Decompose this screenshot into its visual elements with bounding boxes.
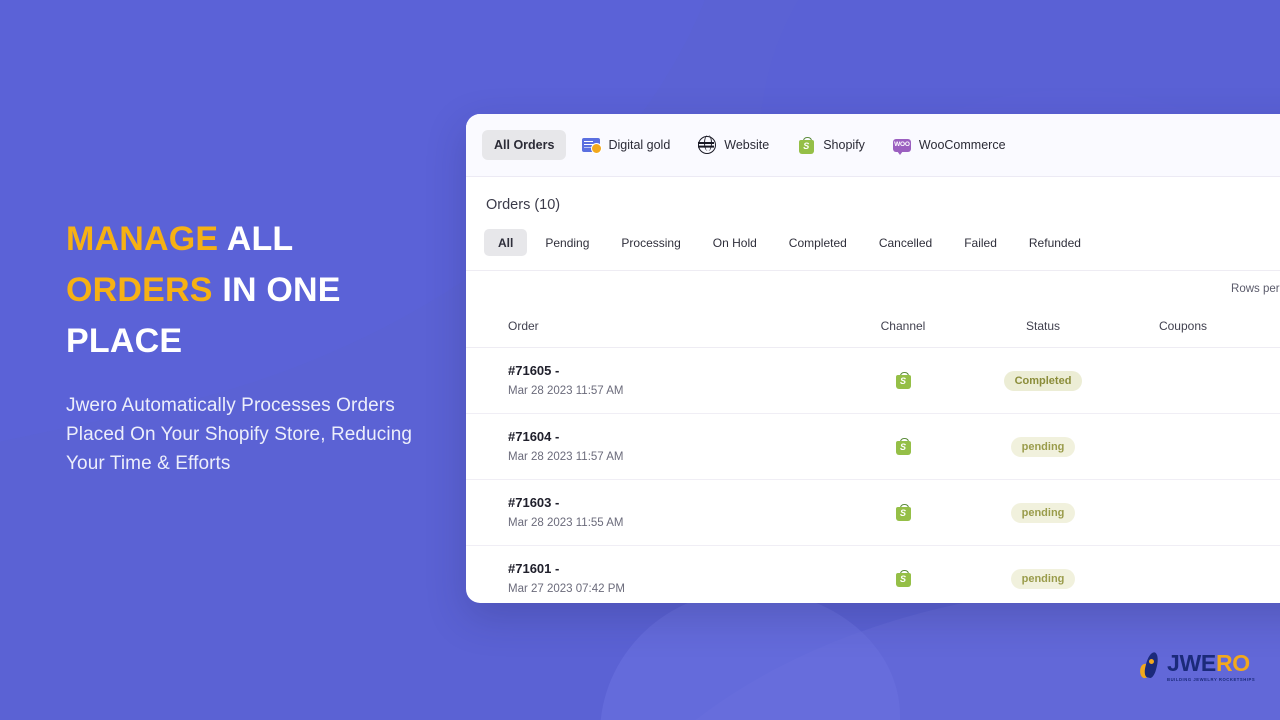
channel-tab-label: All Orders: [494, 138, 555, 152]
order-id: #71601 -: [508, 561, 560, 576]
status-badge: pending: [1010, 502, 1076, 523]
coupons-cell: [1118, 347, 1248, 414]
column-header-channel: Channel: [838, 309, 968, 348]
digital-gold-icon: [582, 136, 603, 154]
page-title: MANAGE ALL ORDERS IN ONE PLACE: [66, 214, 446, 367]
channel-tab-all-orders[interactable]: All Orders: [482, 130, 567, 160]
order-id: #71604 -: [508, 429, 560, 444]
amount-cell: ₹5: [1248, 413, 1280, 480]
logo-wordmark: JWERO: [1167, 652, 1255, 675]
rows-per-page-control: Rows per page: 2: [466, 271, 1280, 295]
table-row[interactable]: #71604 - Mar 28 2023 11:57 AM S pending …: [466, 413, 1280, 480]
table-row[interactable]: #71603 - Mar 28 2023 11:55 AM S pending …: [466, 479, 1280, 546]
logo-word-ro: RO: [1215, 650, 1250, 676]
globe-icon: [697, 135, 717, 154]
order-cell: #71604 - Mar 28 2023 11:57 AM: [466, 413, 838, 480]
rows-per-page-label: Rows per page:: [1231, 283, 1280, 295]
amount-cell: ₹: [1248, 545, 1280, 603]
filter-tab-completed[interactable]: Completed: [775, 229, 861, 256]
coupons-cell: [1118, 413, 1248, 480]
woocommerce-icon: WOO: [892, 136, 911, 155]
channel-cell: S: [838, 347, 968, 414]
channel-tab-website[interactable]: Website: [686, 130, 781, 160]
logo-tagline: BUILDING JEWELRY ROCKETSHIPS: [1167, 677, 1256, 682]
marketing-subcopy: Jwero Automatically Processes Orders Pla…: [66, 395, 413, 474]
jwero-logo: JWERO BUILDING JEWELRY ROCKETSHIPS: [1139, 651, 1256, 682]
logo-word-jwe: JWE: [1167, 650, 1216, 676]
rocket-icon: [1139, 651, 1162, 682]
column-header-status: Status: [968, 309, 1118, 348]
order-id: #71603 -: [508, 495, 560, 510]
channel-tab-bar: All Orders Digital gold Website S Shopif…: [466, 114, 1280, 177]
channel-tab-digital-gold[interactable]: Digital gold: [570, 130, 682, 160]
filter-tab-processing[interactable]: Processing: [607, 229, 694, 256]
orders-table-head: Order Channel Status Coupons A: [466, 309, 1280, 348]
background-blob-ribbon: [600, 590, 900, 720]
table-row[interactable]: #71605 - Mar 28 2023 11:57 AM S Complete…: [466, 347, 1280, 414]
table-header-row: Order Channel Status Coupons A: [466, 309, 1280, 348]
status-cell: pending: [968, 479, 1118, 546]
shopify-icon: S: [895, 372, 911, 389]
channel-tab-shopify[interactable]: S Shopify: [785, 130, 877, 160]
status-badge: pending: [1010, 568, 1076, 589]
status-badge: Completed: [1003, 370, 1083, 391]
status-cell: pending: [968, 413, 1118, 480]
channel-tab-label: Digital gold: [608, 138, 671, 152]
filter-tab-pending[interactable]: Pending: [531, 229, 603, 256]
filter-tab-all[interactable]: All: [484, 229, 528, 256]
filter-tab-on-hold[interactable]: On Hold: [699, 229, 771, 256]
status-cell: pending: [968, 545, 1118, 603]
order-cell: #71605 - Mar 28 2023 11:57 AM: [466, 347, 838, 414]
order-id: #71605 -: [508, 363, 560, 378]
orders-app-card: All Orders Digital gold Website S Shopif…: [466, 114, 1280, 603]
shopify-icon: S: [797, 136, 815, 154]
order-cell: #71601 - Mar 27 2023 07:42 PM: [466, 545, 838, 603]
amount-cell: ₹4: [1248, 347, 1280, 414]
order-cell: #71603 - Mar 28 2023 11:55 AM: [466, 479, 838, 546]
orders-header: Orders (10): [466, 177, 1280, 213]
filter-tab-refunded[interactable]: Refunded: [1015, 229, 1095, 256]
order-date: Mar 28 2023 11:55 AM: [508, 517, 624, 529]
order-date: Mar 28 2023 11:57 AM: [508, 451, 624, 463]
shopify-icon: S: [895, 504, 911, 521]
channel-cell: S: [838, 545, 968, 603]
channel-cell: S: [838, 413, 968, 480]
orders-table-body: #71605 - Mar 28 2023 11:57 AM S Complete…: [466, 347, 1280, 603]
filter-tab-cancelled[interactable]: Cancelled: [865, 229, 946, 256]
column-header-coupons: Coupons: [1118, 309, 1248, 348]
amount-cell: ₹: [1248, 479, 1280, 546]
order-date: Mar 27 2023 07:42 PM: [508, 583, 625, 595]
orders-table: Order Channel Status Coupons A #71605 - …: [466, 309, 1280, 603]
headline-all: ALL: [226, 220, 293, 258]
shopify-icon: S: [895, 570, 911, 587]
order-date: Mar 28 2023 11:57 AM: [508, 385, 624, 397]
marketing-copy: MANAGE ALL ORDERS IN ONE PLACE Jwero Aut…: [66, 214, 446, 478]
headline-highlight-manage: MANAGE: [66, 220, 227, 258]
coupons-cell: [1118, 545, 1248, 603]
channel-tab-label: WooCommerce: [918, 138, 1006, 152]
headline-highlight-orders: ORDERS: [66, 271, 223, 309]
channel-cell: S: [838, 479, 968, 546]
filter-tab-failed[interactable]: Failed: [950, 229, 1011, 256]
status-filter-tabs: All Pending Processing On Hold Completed…: [466, 213, 1280, 256]
channel-tab-label: Website: [724, 138, 770, 152]
channel-tab-woocommerce[interactable]: WOO WooCommerce: [881, 130, 1018, 160]
shopify-icon: S: [895, 438, 911, 455]
table-row[interactable]: #71601 - Mar 27 2023 07:42 PM S pending …: [466, 545, 1280, 603]
status-badge: pending: [1010, 436, 1076, 457]
status-cell: Completed: [968, 347, 1118, 414]
channel-tab-label: Shopify: [823, 138, 865, 152]
column-header-amount: A: [1248, 309, 1280, 348]
column-header-order: Order: [466, 309, 838, 348]
orders-count-title: Orders (10): [486, 197, 561, 213]
coupons-cell: [1118, 479, 1248, 546]
